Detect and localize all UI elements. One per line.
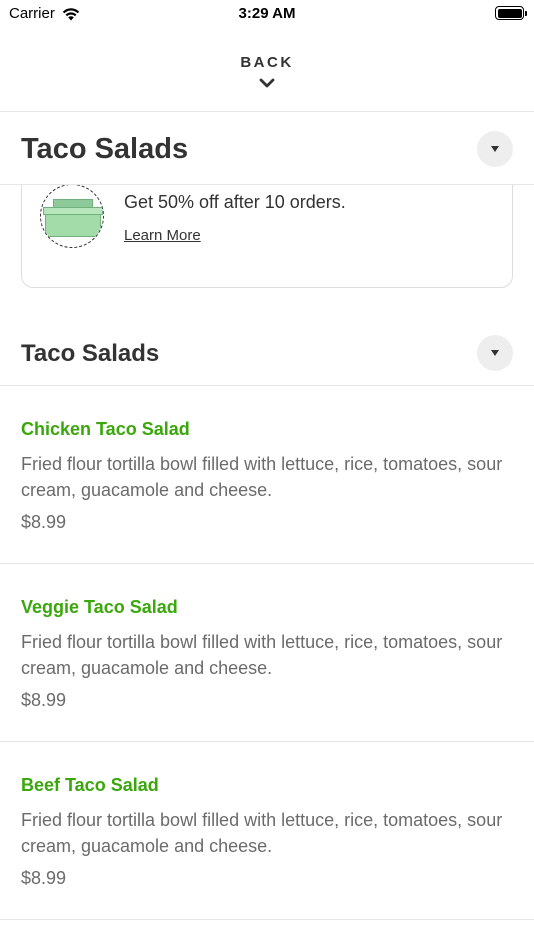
sticky-category-header[interactable]: Taco Salads <box>0 113 534 185</box>
section-dropdown-button[interactable] <box>477 335 513 371</box>
learn-more-link[interactable]: Learn More <box>124 227 201 244</box>
menu-item[interactable]: Chicken Taco Salad Fried flour tortilla … <box>0 386 534 564</box>
caret-down-icon <box>491 350 499 356</box>
section-title: Taco Salads <box>21 340 160 367</box>
item-description: Fried flour tortilla bowl filled with le… <box>21 810 503 856</box>
clock: 3:29 AM <box>238 5 296 22</box>
item-description: Fried flour tortilla bowl filled with le… <box>21 454 503 500</box>
menu-item[interactable]: Veggie Taco Salad Fried flour tortilla b… <box>0 564 534 742</box>
status-bar: Carrier 3:29 AM <box>0 0 534 30</box>
item-price: $8.99 <box>21 868 67 888</box>
item-name: Chicken Taco Salad <box>21 419 190 439</box>
takeout-box-icon <box>40 184 104 248</box>
back-header[interactable]: BACK <box>0 30 534 112</box>
category-header[interactable]: Taco Salads <box>0 320 534 386</box>
item-price: $8.99 <box>21 690 67 710</box>
category-title: Taco Salads <box>21 133 189 165</box>
chevron-down-icon[interactable] <box>259 78 275 90</box>
item-description: Fried flour tortilla bowl filled with le… <box>21 632 503 678</box>
item-name: Veggie Taco Salad <box>21 597 178 617</box>
battery-icon <box>495 6 527 20</box>
caret-down-icon <box>491 146 499 152</box>
item-name: Beef Taco Salad <box>21 775 159 795</box>
menu-item[interactable]: Beef Taco Salad Fried flour tortilla bow… <box>0 742 534 920</box>
item-price: $8.99 <box>21 512 67 532</box>
back-button[interactable]: BACK <box>0 54 534 71</box>
category-dropdown-button[interactable] <box>477 131 513 167</box>
promo-text: Get 50% off after 10 orders. <box>124 192 346 212</box>
